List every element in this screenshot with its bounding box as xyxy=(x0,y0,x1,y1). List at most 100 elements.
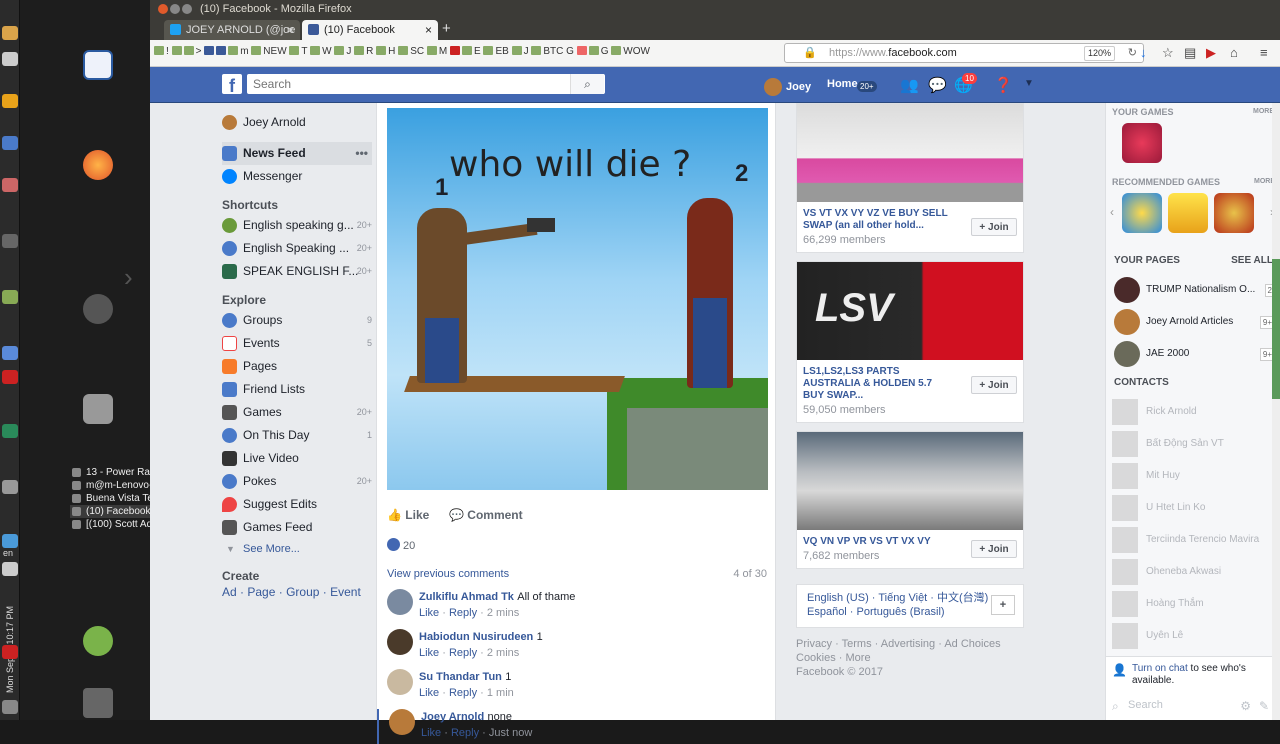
document-icon[interactable] xyxy=(83,50,113,80)
more-options-icon[interactable]: ••• xyxy=(355,142,368,165)
comment-button[interactable]: 💬 Comment xyxy=(449,508,523,522)
app-icon[interactable] xyxy=(2,234,18,248)
explore-on-this-day[interactable]: On This Day 1 xyxy=(222,424,372,447)
game-bingo-icon[interactable] xyxy=(1168,193,1208,233)
tab-twitter[interactable]: JOEY ARNOLD (@joe × xyxy=(164,20,300,40)
avatar[interactable] xyxy=(387,589,413,615)
page-item[interactable]: Joey Arnold Articles 9+ xyxy=(1106,309,1280,341)
group-image[interactable]: LSV xyxy=(797,262,1023,360)
see-more-link[interactable]: ▼ See More... xyxy=(222,539,372,559)
add-language-button[interactable]: + xyxy=(991,595,1015,615)
see-all-link[interactable]: SEE ALL xyxy=(1231,253,1273,269)
minimize-window-icon[interactable] xyxy=(170,4,180,14)
atom-icon[interactable] xyxy=(2,534,18,548)
reload-icon[interactable]: ↻ xyxy=(1128,44,1137,62)
app-icon[interactable] xyxy=(2,346,18,360)
comment-like-link[interactable]: Like xyxy=(421,727,441,739)
page-item[interactable]: TRUMP Nationalism O... 2 xyxy=(1106,277,1280,309)
archive-icon[interactable] xyxy=(83,394,113,424)
chevron-right-icon[interactable]: › xyxy=(124,262,133,293)
language-links[interactable]: Español · Português (Brasil) xyxy=(807,605,1013,619)
contact-item[interactable]: Hoàng Thắm xyxy=(1106,591,1280,623)
group-name[interactable]: VQ VN VP VR VS VT VX VY xyxy=(797,530,957,548)
comment-reply-link[interactable]: Reply xyxy=(451,727,479,739)
join-group-button[interactable]: + Join xyxy=(971,540,1017,558)
app-icon[interactable] xyxy=(2,424,18,438)
join-group-button[interactable]: + Join xyxy=(971,376,1017,394)
search-icon[interactable]: ⌕ xyxy=(570,74,604,94)
contact-item[interactable]: Mit Huy xyxy=(1106,463,1280,495)
nav-messenger[interactable]: Messenger xyxy=(222,165,372,188)
shortcut-item[interactable]: SPEAK ENGLISH F... 20+ xyxy=(222,260,372,283)
avatar[interactable] xyxy=(387,669,413,695)
app-icon[interactable] xyxy=(2,290,18,304)
comment-reply-link[interactable]: Reply xyxy=(449,647,477,659)
view-previous-comments[interactable]: View previous comments 4 of 30 xyxy=(387,568,767,584)
maximize-window-icon[interactable] xyxy=(182,4,192,14)
explore-pokes[interactable]: Pokes 20+ xyxy=(222,470,372,493)
compose-icon[interactable]: ✎ xyxy=(1259,699,1269,713)
comment-reply-link[interactable]: Reply xyxy=(449,607,477,619)
language-links[interactable]: English (US) · Tiếng Việt · 中文(台灣) xyxy=(807,591,1013,605)
reading-list-icon[interactable]: ▤ xyxy=(1184,45,1196,61)
shortcut-item[interactable]: English Speaking ... 20+ xyxy=(222,237,372,260)
url-bar[interactable]: 🔒 https://www.facebook.com 120% ↻ xyxy=(784,43,1144,63)
gear-icon[interactable]: ⚙ xyxy=(1240,699,1251,713)
create-ad-link[interactable]: Ad xyxy=(222,585,237,599)
explore-pages[interactable]: Pages xyxy=(222,355,372,378)
app-icon[interactable] xyxy=(2,700,18,714)
footer-links[interactable]: Cookies · More xyxy=(796,651,1024,665)
trash-icon[interactable] xyxy=(83,688,113,718)
comment-reply-link[interactable]: Reply xyxy=(449,687,477,699)
home-link[interactable]: Home xyxy=(827,78,858,90)
help-icon[interactable]: ❓ xyxy=(994,76,1013,94)
close-tab-icon[interactable]: × xyxy=(287,20,294,40)
comment-author[interactable]: Su Thandar Tun xyxy=(419,671,502,683)
create-group-link[interactable]: Group xyxy=(286,585,319,599)
youtube-icon[interactable]: ▶ xyxy=(1206,45,1216,61)
more-link[interactable]: MORE xyxy=(1253,105,1274,119)
star-icon[interactable]: ☆ xyxy=(1162,45,1174,61)
create-event-link[interactable]: Event xyxy=(330,585,361,599)
group-image[interactable] xyxy=(797,432,1023,530)
contact-item[interactable]: Uyên Lê xyxy=(1106,623,1280,655)
wifi-icon[interactable] xyxy=(2,562,18,576)
avatar[interactable] xyxy=(387,629,413,655)
contact-item[interactable]: U Htet Lin Ko xyxy=(1106,495,1280,527)
new-tab-button[interactable]: + xyxy=(442,20,451,37)
ubuntu-icon[interactable] xyxy=(83,294,113,324)
group-image[interactable] xyxy=(797,104,1023,202)
shortcut-item[interactable]: English speaking g... 20+ xyxy=(222,214,372,237)
comment-like-link[interactable]: Like xyxy=(419,607,439,619)
app-icon[interactable] xyxy=(2,480,18,494)
create-page-link[interactable]: Page xyxy=(247,585,275,599)
explore-suggest-edits[interactable]: Suggest Edits xyxy=(222,493,372,516)
keyboard-lang[interactable]: en xyxy=(3,548,13,558)
chat-search-input[interactable]: Search xyxy=(1128,699,1163,711)
close-window-icon[interactable] xyxy=(158,4,168,14)
explore-friend-lists[interactable]: Friend Lists xyxy=(222,378,372,401)
chevron-left-icon[interactable]: ‹ xyxy=(1110,205,1114,219)
page-item[interactable]: JAE 2000 9+ xyxy=(1106,341,1280,373)
search-input[interactable] xyxy=(247,74,605,94)
close-tab-icon[interactable]: × xyxy=(425,20,432,40)
scrollbar[interactable] xyxy=(1272,103,1280,720)
facebook-logo-icon[interactable]: f xyxy=(222,74,242,96)
firefox-icon[interactable] xyxy=(83,150,113,180)
comment-author[interactable]: Zulkiflu Ahmad Tk xyxy=(419,591,514,603)
profile-link[interactable]: Joey xyxy=(764,78,811,96)
like-button[interactable]: 👍 Like xyxy=(387,508,429,522)
app-icon[interactable] xyxy=(2,52,18,66)
comment-author[interactable]: Habiodun Nusirudeen xyxy=(419,631,533,643)
scrollbar-thumb[interactable] xyxy=(1272,259,1280,399)
comment-like-link[interactable]: Like xyxy=(419,687,439,699)
menu-icon[interactable]: ≡ xyxy=(1260,45,1268,60)
game-slots-icon[interactable] xyxy=(1214,193,1254,233)
filezilla-icon[interactable] xyxy=(2,370,18,384)
post-image[interactable]: who will die ? 1 2 xyxy=(387,108,768,490)
contact-item[interactable]: Oheneba Akwasi xyxy=(1106,559,1280,591)
contact-item[interactable]: Bất Động Sản VT xyxy=(1106,431,1280,463)
zoom-level[interactable]: 120% xyxy=(1083,46,1115,61)
home-icon[interactable]: ⌂ xyxy=(1230,45,1238,60)
messenger-icon[interactable]: 💬 xyxy=(928,76,947,94)
